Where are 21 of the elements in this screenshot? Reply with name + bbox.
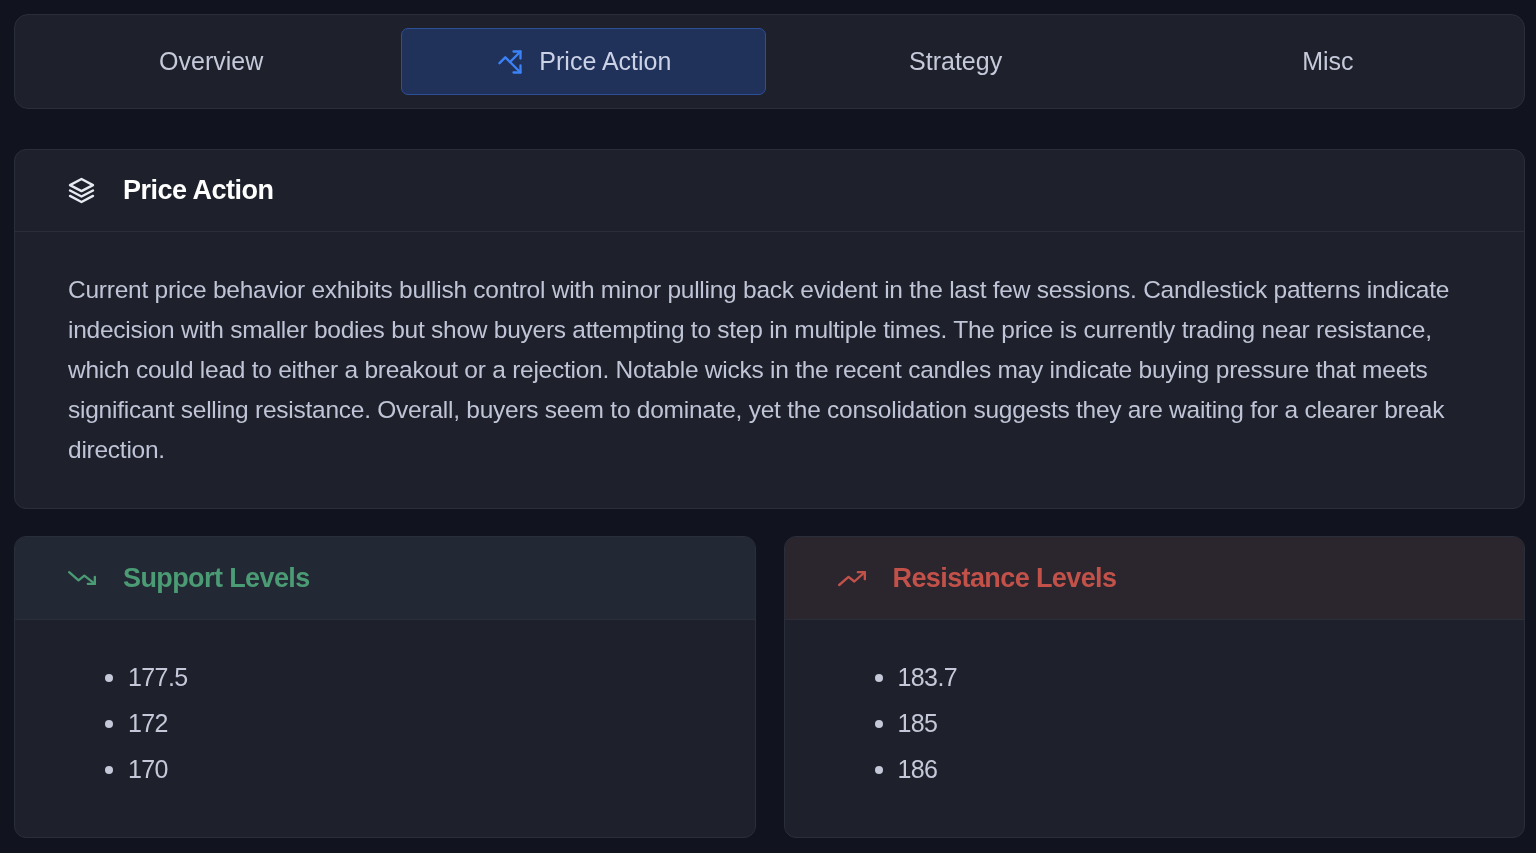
- level-value: 172: [128, 708, 168, 740]
- level-value: 185: [897, 708, 938, 740]
- level-value: 186: [897, 754, 938, 786]
- bullet-icon: [105, 766, 113, 774]
- bullet-icon: [105, 674, 113, 682]
- layers-icon: [67, 176, 96, 205]
- level-value: 183.7: [897, 662, 958, 694]
- description-paragraph: Current price behavior exhibits bullish control with minor pulling back evident in the last few sessions. Candlestick patterns indicate indecision with smaller bodies but show buyers attempting to step in multiple times. The price is currently trading near resistance, which could lead to either a breakout or a rejection. Notable wicks in the recent candles may indicate buying pressure that meets significant selling resistance. Overall, buyers seem to dominate, yet the consolidation suggests they are waiting for a clearer break direction.: [68, 275, 1451, 465]
- levels-title: Resistance Levels: [892, 561, 1117, 595]
- tab[interactable]: Strategy: [773, 28, 1138, 95]
- tab[interactable]: Overview: [29, 28, 394, 95]
- bullet-icon: [105, 720, 113, 728]
- level-value: 170: [128, 754, 168, 786]
- bullet-icon: [874, 766, 883, 774]
- tab[interactable]: Price Action: [401, 28, 766, 95]
- bullet-icon: [874, 720, 883, 728]
- bullet-icon: [874, 674, 883, 682]
- levels-title: Support Levels: [123, 561, 310, 595]
- tab[interactable]: Misc: [1145, 28, 1510, 95]
- card-title: Price Action: [123, 174, 274, 207]
- level-value: 177.5: [128, 662, 188, 694]
